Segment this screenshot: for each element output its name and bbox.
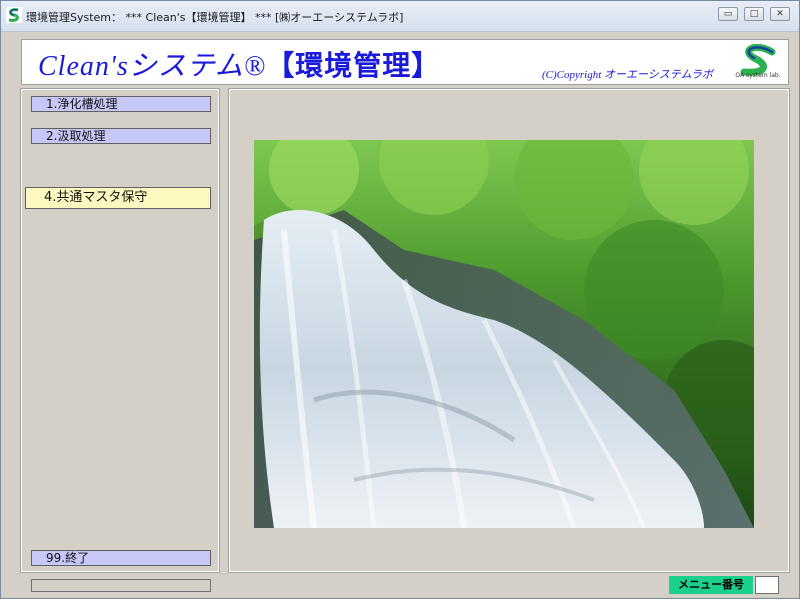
- window-title: 環境管理System： *** Clean's【環境管理】 *** [㈱オーエー…: [26, 11, 404, 24]
- menu-number-input[interactable]: [755, 576, 779, 594]
- app-title: Clean'sシステム®【環境管理】: [38, 44, 440, 84]
- main-form: Clean'sシステム®【環境管理】 (C)Copyright オーエーシステム…: [9, 32, 793, 594]
- app-title-main: Clean'sシステム®: [38, 51, 267, 82]
- close-button[interactable]: ✕: [770, 7, 790, 21]
- menu-number-label: メニュー番号: [669, 576, 753, 594]
- logo-text: OA system lab.: [735, 72, 781, 79]
- app-window: 環境管理System： *** Clean's【環境管理】 *** [㈱オーエー…: [0, 0, 800, 599]
- copyright-text: (C)Copyright オーエーシステムラボ: [542, 69, 713, 81]
- progress-bar: [31, 579, 211, 592]
- menu-button-septic-tank[interactable]: 1.浄化槽処理: [31, 96, 211, 112]
- menu-button-common-master[interactable]: 4.共通マスタ保守: [25, 187, 211, 209]
- minimize-button[interactable]: ▭: [718, 7, 738, 21]
- maximize-button[interactable]: □: [744, 7, 764, 21]
- content-panel: [228, 88, 790, 573]
- header-banner: Clean'sシステム®【環境管理】 (C)Copyright オーエーシステム…: [21, 39, 789, 85]
- menu-panel: 1.浄化槽処理 2.汲取処理 4.共通マスタ保守 99.終了: [20, 88, 220, 573]
- app-icon: [6, 7, 22, 23]
- menu-button-collection[interactable]: 2.汲取処理: [31, 128, 211, 144]
- app-title-bracket: 【環境管理】: [266, 51, 441, 82]
- title-bar[interactable]: 環境管理System： *** Clean's【環境管理】 *** [㈱オーエー…: [1, 1, 799, 32]
- menu-button-exit[interactable]: 99.終了: [31, 550, 211, 566]
- waterfall-image: [254, 140, 754, 528]
